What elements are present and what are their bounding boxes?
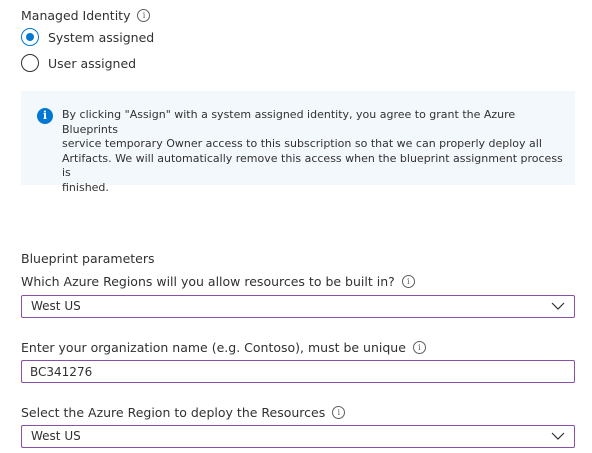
managed-identity-label-text: Managed Identity <box>21 8 131 23</box>
radio-label-user-assigned: User assigned <box>48 55 137 71</box>
info-filled-icon: i <box>37 108 53 124</box>
allowed-regions-value: West US <box>31 299 81 313</box>
allowed-regions-label: Which Azure Regions will you allow resou… <box>21 274 415 290</box>
deploy-region-label-text: Select the Azure Region to deploy the Re… <box>21 405 326 420</box>
blueprint-parameters-heading: Blueprint parameters <box>21 251 155 266</box>
info-icon[interactable]: i <box>332 406 346 419</box>
notice-text: By clicking "Assign" with a system assig… <box>62 108 567 195</box>
allowed-regions-dropdown[interactable]: West US <box>21 295 575 318</box>
notice-line: By clicking "Assign" with a system assig… <box>62 108 516 136</box>
info-icon[interactable]: i <box>412 341 426 354</box>
organization-name-label: Enter your organization name (e.g. Conto… <box>21 340 426 356</box>
info-icon[interactable]: i <box>401 275 415 288</box>
radio-label-system-assigned: System assigned <box>48 29 155 45</box>
info-notice: i By clicking "Assign" with a system ass… <box>21 91 575 194</box>
organization-name-input[interactable] <box>30 363 550 380</box>
managed-identity-label: Managed Identity i <box>21 8 151 24</box>
radio-button-unchecked[interactable] <box>21 54 39 72</box>
allowed-regions-label-text: Which Azure Regions will you allow resou… <box>21 274 395 289</box>
organization-name-label-text: Enter your organization name (e.g. Conto… <box>21 340 406 355</box>
deploy-region-label: Select the Azure Region to deploy the Re… <box>21 405 346 421</box>
chevron-down-icon[interactable] <box>551 431 565 441</box>
notice-line: service temporary Owner access to this s… <box>62 137 542 150</box>
organization-name-field[interactable] <box>21 360 575 383</box>
chevron-down-icon[interactable] <box>551 301 565 311</box>
radio-system-assigned[interactable]: System assigned <box>21 28 154 46</box>
deploy-region-value: West US <box>31 429 81 443</box>
deploy-region-dropdown[interactable]: West US <box>21 425 575 448</box>
notice-line: finished. <box>62 180 109 194</box>
radio-button-checked[interactable] <box>21 28 39 46</box>
radio-user-assigned[interactable]: User assigned <box>21 54 136 72</box>
info-icon[interactable]: i <box>137 9 151 22</box>
notice-line: Artifacts. We will automatically remove … <box>62 151 563 180</box>
